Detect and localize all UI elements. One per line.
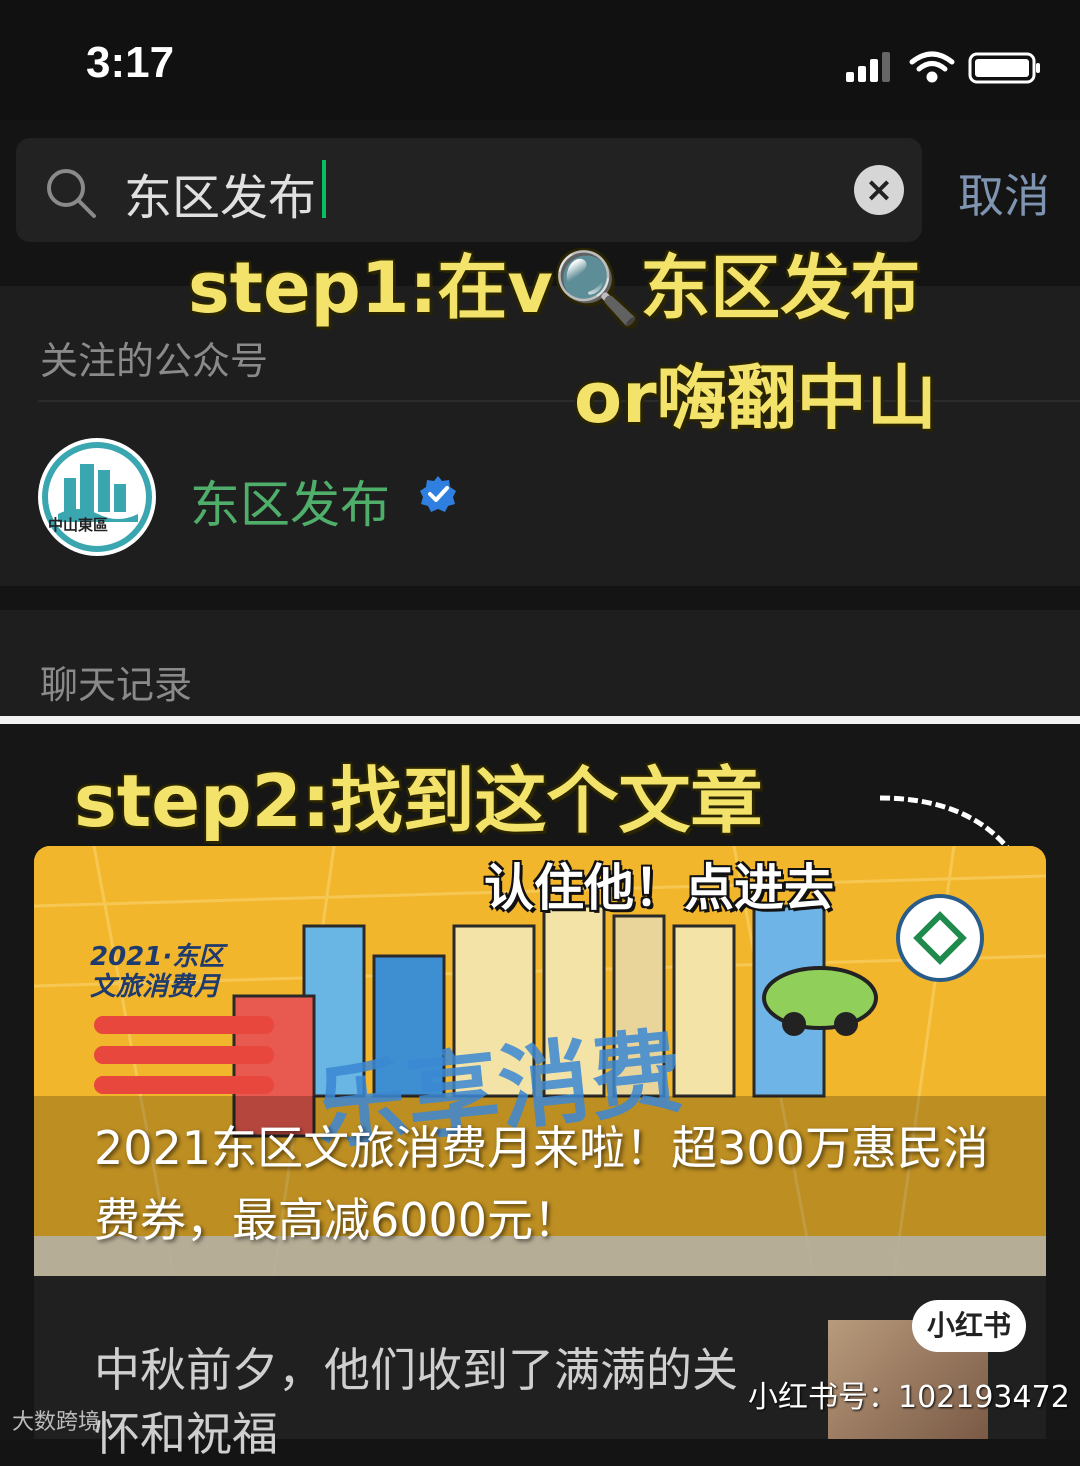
signal-icon <box>846 52 890 82</box>
avatar[interactable]: 中山東區 <box>38 438 156 556</box>
cancel-button[interactable]: 取消 <box>958 160 1050 226</box>
source-watermark: 大数跨境 <box>12 1410 101 1435</box>
status-icons <box>846 51 1040 84</box>
verified-badge-icon <box>420 476 456 512</box>
article-title[interactable]: 2021东区文旅消费月来啦！超300万惠民消费券，最高减6000元！ <box>94 1112 994 1256</box>
seal-icon <box>896 894 984 982</box>
status-time: 3:17 <box>86 38 175 87</box>
section-gap <box>0 586 1080 610</box>
account-logo-icon <box>42 442 152 552</box>
account-name[interactable]: 东区发布 <box>190 465 390 537</box>
wifi-icon <box>909 51 955 83</box>
watermark-badge: 小红书 <box>912 1300 1026 1352</box>
collage-divider <box>0 716 1080 724</box>
battery-icon <box>968 52 1040 84</box>
step1-caption-line2: or嗨翻中山 <box>574 357 937 439</box>
search-icon <box>47 169 96 218</box>
watermark-id: 小红书号：102193472 <box>748 1380 1070 1415</box>
search-input[interactable]: 东区发布 <box>124 158 316 228</box>
text-caret <box>322 160 326 218</box>
clear-icon[interactable]: × <box>854 165 904 215</box>
accounts-section-label: 关注的公众号 <box>40 339 269 383</box>
avatar-text: 中山東區 <box>48 516 109 534</box>
step1-caption: step1:在v🔍东区发布 <box>188 247 921 329</box>
step2-caption: step2:找到这个文章 <box>74 759 763 843</box>
chat-section-label: 聊天记录 <box>40 663 193 707</box>
banner-subtitle: 文旅消费月 <box>90 972 221 1002</box>
hint-caption: 认住他！点进去 <box>484 859 834 917</box>
article-snippet: 中秋前夕，他们收到了满满的关怀和祝福 <box>94 1343 738 1461</box>
